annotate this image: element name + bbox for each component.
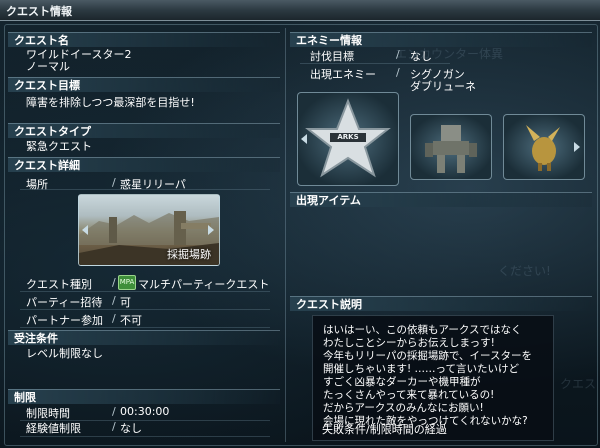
separator: /: [112, 312, 116, 325]
time-limit-value: 00:30:00: [120, 405, 170, 418]
conditions-header: 受注条件: [8, 330, 280, 345]
enemy-card-1[interactable]: [410, 114, 492, 180]
quest-goal-header: クエスト目標: [8, 77, 280, 92]
quest-detail-header: クエスト詳細: [8, 157, 280, 172]
location-label: 場所: [26, 178, 48, 191]
party-invite-label: パーティー招待: [26, 296, 103, 309]
quest-goal-text: 障害を排除しつつ最深部を目指せ!: [26, 96, 195, 109]
conditions-text: レベル制限なし: [26, 347, 103, 360]
quest-type-header: クエストタイプ: [8, 123, 280, 138]
separator: /: [112, 176, 116, 189]
separator: /: [396, 48, 400, 61]
separator: /: [112, 420, 116, 433]
prev-image-icon[interactable]: [82, 225, 88, 235]
exp-limit-value: なし: [120, 422, 142, 435]
quest-type-text: 緊急クエスト: [26, 140, 92, 153]
party-invite-value: 可: [120, 296, 131, 309]
window-title: クエスト情報: [6, 5, 72, 18]
appear-label: 出現エネミー: [310, 68, 376, 81]
star-badge-text: ARKS: [337, 133, 359, 141]
quest-difficulty: ノーマル: [26, 60, 70, 73]
prev-enemy-icon[interactable]: [301, 134, 307, 144]
location-image[interactable]: 採掘場跡: [78, 194, 220, 266]
exp-limit-label: 経験値制限: [26, 422, 81, 435]
fail-condition: 失敗条件/制限時間の経過: [322, 423, 447, 436]
separator: /: [112, 294, 116, 307]
location-value: 惑星リリーパ: [120, 178, 186, 191]
mpa-badge-icon: MPA: [118, 275, 136, 290]
separator: /: [396, 66, 400, 79]
location-image-caption: 採掘場跡: [167, 248, 211, 261]
enemy-info-header: エネミー情報: [290, 32, 592, 47]
separator: /: [112, 405, 116, 418]
items-header: 出現アイテム: [290, 192, 592, 207]
separator: /: [112, 276, 116, 289]
quest-kind-label: クエスト種別: [26, 278, 92, 291]
partner-value: 不可: [120, 314, 142, 327]
window-titlebar[interactable]: クエスト情報: [0, 0, 600, 21]
target-value: なし: [410, 50, 432, 63]
enemy-card-2[interactable]: [503, 114, 585, 180]
description-header: クエスト説明: [290, 296, 592, 311]
next-image-icon[interactable]: [208, 225, 214, 235]
enemy-card-main[interactable]: ARKS: [297, 92, 399, 186]
appear-enemy-2: ダブリューネ: [410, 80, 476, 93]
quest-kind-value: マルチパーティークエスト: [138, 278, 270, 291]
limits-header: 制限: [8, 389, 280, 404]
robot-enemy-icon: [425, 125, 477, 173]
time-limit-label: 制限時間: [26, 407, 70, 420]
column-divider: [285, 28, 286, 442]
bird-enemy-icon: [526, 125, 560, 171]
partner-label: パートナー参加: [26, 314, 103, 327]
target-label: 討伐目標: [310, 50, 354, 63]
next-enemy-icon[interactable]: [574, 142, 580, 152]
quest-name-header: クエスト名: [8, 32, 280, 47]
